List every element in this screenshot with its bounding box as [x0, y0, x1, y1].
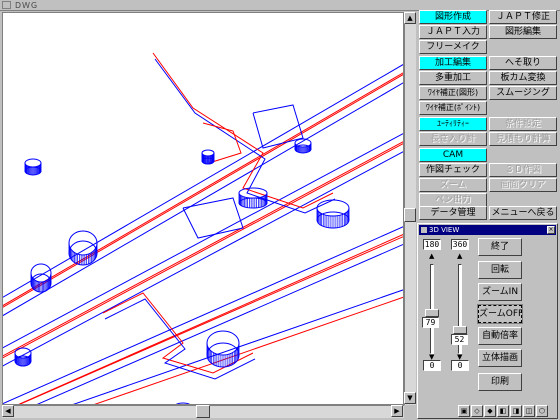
- smoothing-button[interactable]: スムージング: [489, 86, 557, 100]
- rotation-x-field[interactable]: 180: [423, 239, 441, 250]
- command-panel: 図形作成 ＪＡＰＴ修正 ＪＡＰＴ入力 図形編集 フリーメイク 加工編集 へそ取り…: [417, 10, 560, 222]
- hidden-line-icon[interactable]: ▣: [458, 405, 470, 417]
- 3d-draw-button[interactable]: ３Ｄ作図: [489, 163, 557, 177]
- condition-setting-button[interactable]: 条件設定: [489, 117, 557, 131]
- wire-correct-shape-button[interactable]: ﾜｲﾔ補正(図形): [419, 86, 487, 100]
- wire-rail-1: [3, 74, 403, 308]
- utility-button[interactable]: ﾕｰﾃｨﾘﾃｨｰ: [419, 117, 487, 131]
- 3d-view-title: 3D VIEW: [429, 226, 460, 234]
- wire-rail-b-5: [36, 243, 403, 404]
- auto-scale-button[interactable]: 自動倍率: [478, 327, 522, 345]
- slider-left-top-arrow-icon: ▲: [429, 252, 435, 260]
- top-view-icon[interactable]: ◫: [523, 405, 535, 417]
- estimate-calc-button[interactable]: 見積もり計算: [489, 132, 557, 146]
- wire-rail-5: [19, 236, 403, 404]
- drawing-viewport[interactable]: [2, 12, 404, 405]
- side-view-icon[interactable]: ◧: [497, 405, 509, 417]
- shape-create-button[interactable]: 図形作成: [419, 10, 487, 24]
- drawing-check-button[interactable]: 作図チェック: [419, 163, 487, 177]
- iso-view-icon[interactable]: ⬡: [536, 405, 548, 417]
- screen-clear-button[interactable]: 画面クリア: [489, 178, 557, 192]
- wire-rail-4: [3, 226, 403, 404]
- horizontal-scroll-thumb[interactable]: [196, 405, 210, 418]
- plate-cam-convert-button[interactable]: 板カム変換: [489, 71, 557, 85]
- left-slider-value: 79: [422, 317, 439, 328]
- right-slider-value: 52: [451, 334, 468, 345]
- rotation-y-field[interactable]: 360: [451, 239, 469, 250]
- cylinder-j: [14, 347, 32, 367]
- left-slider-knob[interactable]: [425, 309, 439, 317]
- wire-rail-0: [3, 64, 403, 298]
- rotate-button[interactable]: 回転: [478, 261, 522, 279]
- cylinder-h: [24, 158, 42, 176]
- wire-path-b: [154, 58, 336, 214]
- end-button[interactable]: 終了: [478, 238, 522, 256]
- wire-rail-b-1: [3, 82, 403, 317]
- right-slider-knob[interactable]: [453, 326, 467, 334]
- horizontal-scrollbar[interactable]: ◀ ▶: [2, 405, 404, 418]
- return-menu-button[interactable]: メニューへ戻る: [489, 206, 557, 220]
- 3d-view-window: 3D VIEW × 180 360 ▲ ▲ 79 52 ▼ ▼ 0 0 終了 回…: [417, 223, 558, 419]
- navel-remove-button[interactable]: へそ取り: [489, 56, 557, 70]
- system-menu-icon[interactable]: [2, 1, 11, 9]
- zoom-button[interactable]: ズーム: [419, 178, 487, 192]
- rotation-z-field[interactable]: 0: [423, 360, 441, 371]
- wire-path-c: [102, 292, 254, 374]
- data-manage-button[interactable]: データ管理: [419, 206, 487, 220]
- scroll-left-icon[interactable]: ◀: [2, 405, 14, 417]
- cylinder-i: [201, 149, 215, 165]
- vertical-scroll-thumb[interactable]: [404, 208, 416, 222]
- close-icon[interactable]: ×: [547, 226, 555, 234]
- wire-icon[interactable]: ◇: [471, 405, 483, 417]
- 3d-view-title-bar: 3D VIEW ×: [419, 225, 556, 235]
- wire-correct-point-button[interactable]: ﾜｲﾔ補正(ﾎﾟｲﾝﾄ): [419, 101, 487, 115]
- front-view-icon[interactable]: ◨: [510, 405, 522, 417]
- free-make-button[interactable]: フリーメイク: [419, 40, 487, 54]
- vertical-scrollbar[interactable]: ▲ ▼: [404, 12, 416, 405]
- window-app-icon: [421, 227, 427, 233]
- japt-modify-button[interactable]: ＪＡＰＴ修正: [489, 10, 557, 24]
- multi-process-button[interactable]: 多重加工: [419, 71, 487, 85]
- cam-button[interactable]: CAM: [419, 148, 487, 162]
- cylinder-d: [30, 263, 52, 293]
- shape-edit-button[interactable]: 図形編集: [489, 25, 557, 39]
- wireframe-drawing: [3, 52, 403, 404]
- cylinder-b: [316, 199, 350, 229]
- shade-icon[interactable]: ◆: [484, 405, 496, 417]
- cylinder-c: [68, 230, 98, 266]
- window-title: ＤＷＧ: [14, 1, 38, 10]
- scroll-corner: [404, 405, 416, 418]
- scroll-down-icon[interactable]: ▼: [404, 392, 416, 404]
- zoom-off-button[interactable]: ズームOFF: [477, 304, 523, 324]
- process-edit-button[interactable]: 加工編集: [419, 56, 487, 70]
- pen-output-button[interactable]: ペン出力: [419, 193, 487, 207]
- rotation-w-field[interactable]: 0: [451, 360, 469, 371]
- slider-right-top-arrow-icon: ▲: [457, 252, 463, 260]
- zoom-in-button[interactable]: ズームIN: [478, 283, 522, 301]
- length-calc-button[interactable]: 長さ入り計: [419, 132, 487, 146]
- scroll-right-icon[interactable]: ▶: [391, 405, 403, 417]
- scroll-up-icon[interactable]: ▲: [404, 12, 416, 24]
- print-button[interactable]: 印刷: [478, 373, 522, 391]
- stereo-draw-button[interactable]: 立体描画: [478, 349, 522, 367]
- japt-input-button[interactable]: ＪＡＰＴ入力: [419, 25, 487, 39]
